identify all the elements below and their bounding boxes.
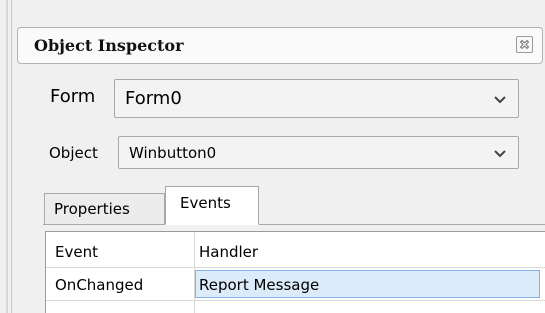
inspector-title-bar: Object Inspector (17, 27, 543, 64)
left-frame-border-inner (11, 0, 12, 313)
tab-events[interactable]: Events (165, 186, 259, 225)
object-inspector-window: Object Inspector Form Form0 Object Winbu… (0, 0, 545, 313)
form-select[interactable]: Form0 (114, 79, 519, 118)
grid-row-divider (46, 300, 545, 301)
grid-header-divider (46, 267, 545, 268)
close-icon (519, 39, 530, 50)
left-frame-border (6, 0, 8, 313)
form-label: Form (50, 86, 96, 107)
event-name-cell[interactable]: OnChanged (55, 276, 143, 294)
tab-properties[interactable]: Properties (44, 193, 165, 224)
inspector-title: Object Inspector (34, 36, 184, 55)
column-header-handler: Handler (199, 243, 259, 261)
chevron-down-icon (494, 150, 506, 158)
object-select-value: Winbutton0 (129, 144, 217, 162)
handler-cell-value: Report Message (199, 276, 320, 294)
tab-events-label: Events (180, 194, 231, 212)
tab-strip-baseline (43, 224, 545, 225)
chevron-down-icon (494, 96, 506, 104)
form-select-value: Form0 (125, 88, 182, 109)
tab-properties-label: Properties (54, 200, 130, 218)
column-header-event: Event (55, 243, 98, 261)
handler-cell[interactable]: Report Message (195, 270, 540, 298)
object-select[interactable]: Winbutton0 (118, 136, 519, 169)
close-button[interactable] (516, 36, 533, 53)
object-label: Object (49, 144, 98, 162)
